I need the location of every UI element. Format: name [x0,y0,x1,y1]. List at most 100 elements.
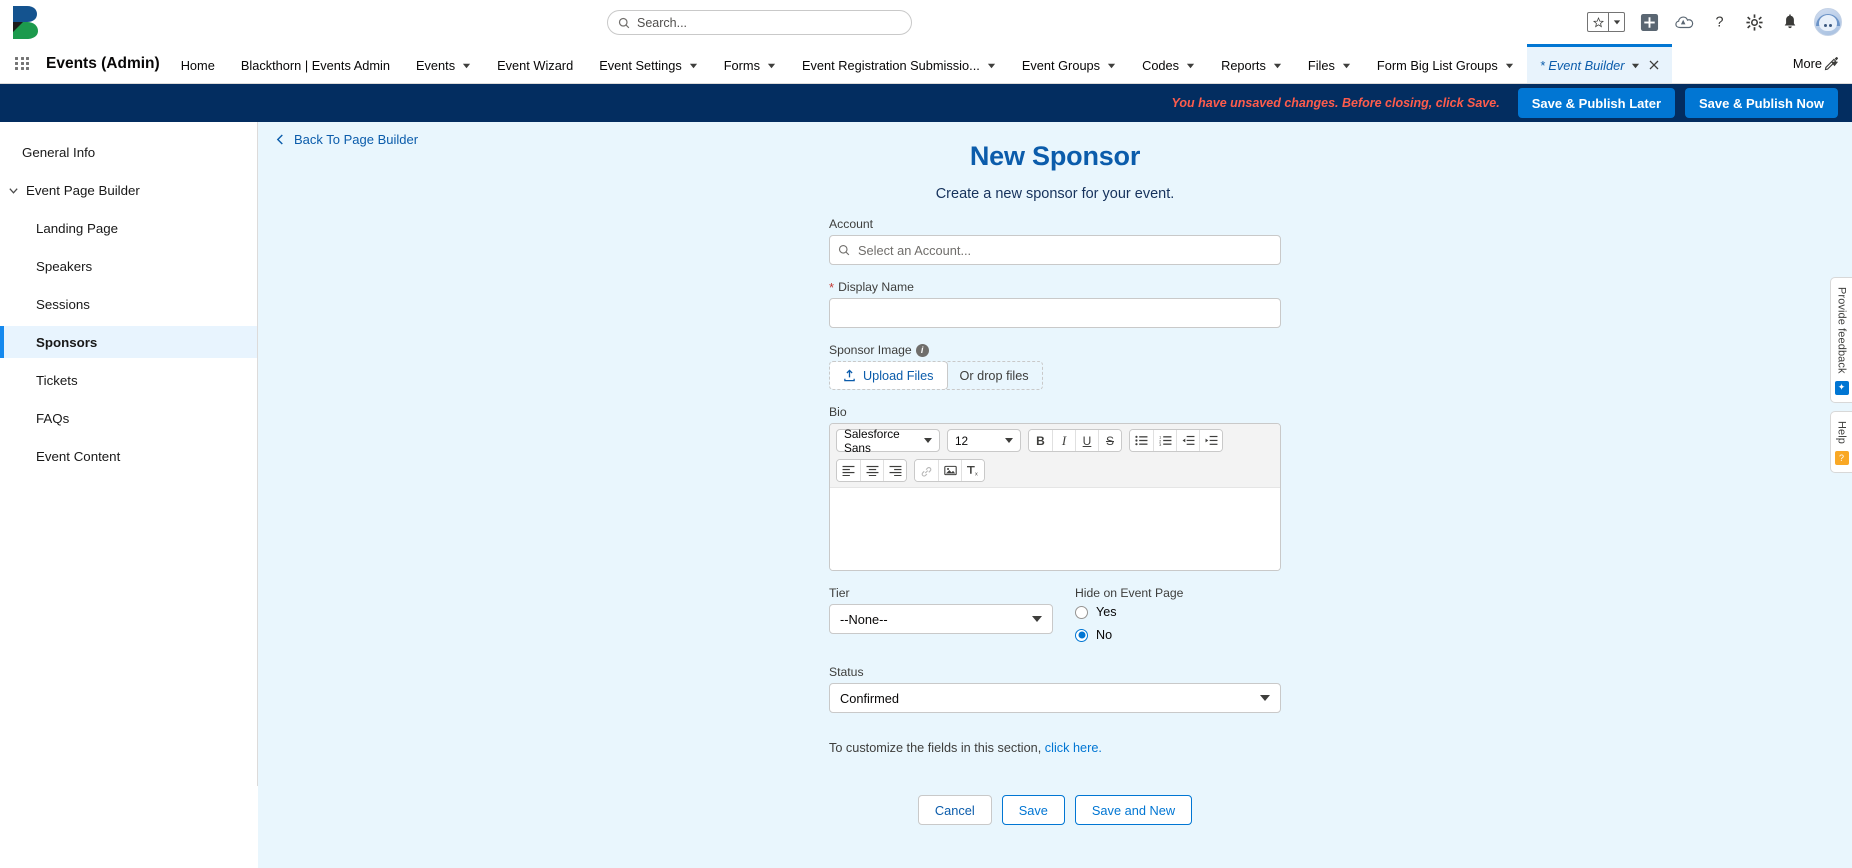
bulleted-list-icon[interactable] [1130,430,1153,451]
align-left-icon[interactable] [837,460,860,481]
numbered-list-icon[interactable]: 123 [1153,430,1176,451]
sidebar-item-sponsors[interactable]: Sponsors [0,326,257,358]
save-button[interactable]: Save [1001,795,1065,825]
chevron-down-icon[interactable] [1631,61,1640,70]
info-icon[interactable]: i [915,343,929,357]
app-name: Events (Admin) [46,54,160,72]
indent-icon[interactable] [1199,430,1222,451]
setup-assistant-cloud-icon[interactable] [1674,12,1695,33]
nav-tab-events[interactable]: Events [403,44,484,83]
sidebar-item-speakers[interactable]: Speakers [0,250,257,282]
radio-option-no[interactable]: No [1075,627,1281,643]
chevron-down-icon[interactable] [1505,61,1514,70]
tier-select[interactable]: --None-- [829,604,1053,634]
align-right-icon[interactable] [883,460,906,481]
insert-image-icon[interactable] [938,460,961,481]
sidebar-item-landing-page[interactable]: Landing Page [0,212,257,244]
nav-tab-label: Home [180,57,215,73]
cancel-button[interactable]: Cancel [917,795,992,825]
underline-icon[interactable]: U [1075,430,1098,451]
sidebar-filler [0,480,258,786]
nav-tab-reports[interactable]: Reports [1208,44,1295,83]
account-input[interactable] [829,235,1281,265]
chevron-down-icon[interactable] [987,61,996,70]
nav-tab-home[interactable]: Home [168,44,228,83]
global-header-actions: ? [1587,0,1842,44]
chevron-down-icon[interactable] [1342,61,1351,70]
nav-tab-event-groups[interactable]: Event Groups [1009,44,1129,83]
radio-button[interactable] [1075,628,1088,642]
status-value: Confirmed [840,690,900,706]
bio-text-area[interactable] [830,488,1280,570]
app-launcher-button[interactable] [0,44,40,83]
add-icon[interactable] [1639,12,1660,33]
upload-files-button[interactable]: Upload Files [829,362,948,389]
nav-tab-forms[interactable]: Forms [711,44,789,83]
sidebar-item-general-info[interactable]: General Info [0,136,257,168]
nav-tab-event-settings[interactable]: Event Settings [586,44,711,83]
help-icon[interactable]: ? [1709,12,1730,33]
close-icon[interactable] [1649,60,1659,70]
status-select[interactable]: Confirmed [829,683,1281,713]
sidebar-item-sessions[interactable]: Sessions [0,288,257,320]
sidebar-item-tickets[interactable]: Tickets [0,364,257,396]
nav-more-button[interactable]: More [1780,44,1852,83]
favorites-group[interactable] [1587,12,1625,32]
main-content: Back To Page Builder New Sponsor Create … [258,122,1852,868]
chevron-down-icon[interactable] [1107,61,1116,70]
nav-tab-label: Events [415,57,456,73]
search-input[interactable] [637,15,901,30]
customize-fields-link[interactable]: click here. [1045,741,1102,755]
tier-label: Tier [829,586,850,600]
font-family-select[interactable]: Salesforce Sans [836,427,940,455]
nav-tab-files[interactable]: Files [1295,44,1364,83]
nav-tab-event-builder[interactable]: * Event Builder [1526,44,1673,83]
display-name-input[interactable] [829,298,1281,328]
nav-tab-label: Blackthorn | Events Admin [240,57,390,73]
chevron-down-icon[interactable] [689,61,698,70]
insert-link-icon[interactable] [915,460,938,481]
sidebar-item-faqs[interactable]: FAQs [0,402,257,434]
nav-tab-label: Event Groups [1021,57,1101,73]
chevron-down-icon[interactable] [767,61,776,70]
chevron-down-icon[interactable] [1186,61,1195,70]
outdent-icon[interactable] [1176,430,1199,451]
save-publish-later-button[interactable]: Save & Publish Later [1517,88,1676,118]
list-indent-group: 123 [1129,429,1223,452]
notifications-bell-icon[interactable] [1779,12,1800,33]
nav-more-label: More [1792,56,1822,71]
nav-tab-codes[interactable]: Codes [1129,44,1208,83]
favorites-star-icon[interactable] [1588,13,1608,31]
edit-tabs-pencil-icon[interactable] [1824,56,1840,72]
radio-option-yes[interactable]: Yes [1075,604,1281,620]
nav-tab-form-big-list-groups[interactable]: Form Big List Groups [1364,44,1527,83]
help-tab[interactable]: Help? [1830,410,1852,473]
sidebar-item-event-page-builder[interactable]: Event Page Builder [0,174,257,206]
nav-tab-blackthorn-events-admin[interactable]: Blackthorn | Events Admin [228,44,403,83]
remove-formatting-icon[interactable]: x [961,460,984,481]
favorites-dropdown-icon[interactable] [1608,13,1624,31]
chevron-down-icon[interactable] [462,61,471,70]
align-center-icon[interactable] [860,460,883,481]
bold-icon[interactable]: B [1029,430,1052,451]
global-search[interactable] [607,10,912,35]
chevron-down-icon[interactable] [1273,61,1282,70]
save-and-new-button[interactable]: Save and New [1074,795,1193,825]
italic-icon[interactable]: I [1052,430,1075,451]
radio-button[interactable] [1075,605,1088,619]
avatar[interactable] [1814,8,1842,36]
nav-tab-label: Event Registration Submissio... [802,57,980,73]
chevron-down-icon[interactable] [8,185,19,196]
blackthorn-logo-icon[interactable] [10,4,44,40]
nav-tab-event-registration-submissio[interactable]: Event Registration Submissio... [789,44,1009,83]
strikethrough-icon[interactable]: S [1098,430,1121,451]
back-to-page-builder-link[interactable]: Back To Page Builder [276,132,418,147]
rte-toolbar: Salesforce Sans 12 B I U S 1 2 3 x [830,424,1280,488]
font-size-select[interactable]: 12 [947,429,1021,452]
save-publish-now-button[interactable]: Save & Publish Now [1685,88,1838,118]
sidebar-item-event-content[interactable]: Event Content [0,440,257,472]
file-dropzone[interactable]: Upload Files Or drop files [829,361,1043,390]
nav-tab-event-wizard[interactable]: Event Wizard [484,44,586,83]
provide-feedback-tab[interactable]: Provide feedback ✦ [1830,277,1852,403]
setup-gear-icon[interactable] [1744,12,1765,33]
